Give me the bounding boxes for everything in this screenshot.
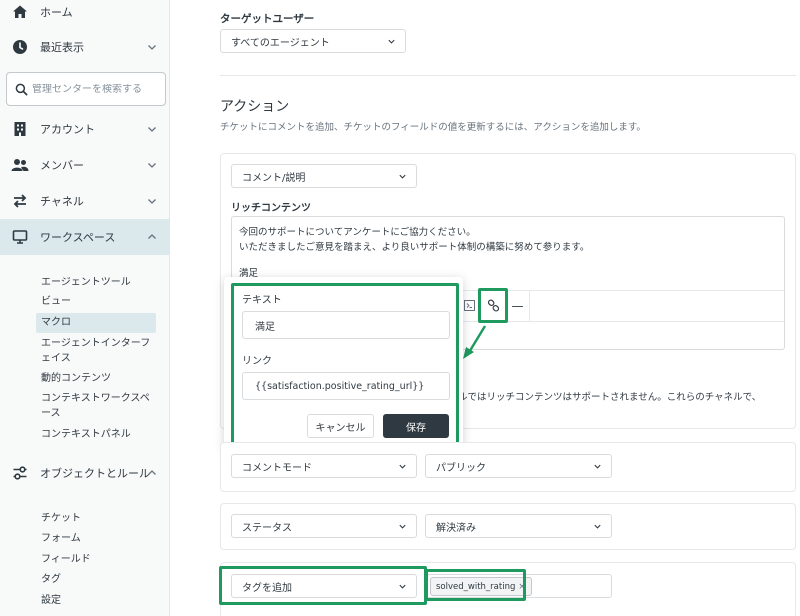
sidebar-item-context-workspaces[interactable]: コンテキストワークスペース bbox=[36, 391, 151, 421]
comment-mode-value-select[interactable]: パブリック bbox=[425, 454, 612, 478]
status-value-select[interactable]: 解決済み bbox=[425, 514, 612, 538]
popup-text-field[interactable]: 満足 bbox=[242, 311, 450, 339]
comment-mode-select[interactable]: コメントモード bbox=[231, 454, 417, 478]
sidebar-item-settings[interactable]: 設定 bbox=[36, 593, 156, 608]
objects-icon bbox=[11, 464, 29, 482]
chevron-down-icon bbox=[399, 524, 406, 529]
sidebar-search[interactable] bbox=[6, 72, 166, 106]
comment-mode-value: パブリック bbox=[436, 462, 486, 474]
nav-home[interactable]: ホーム bbox=[0, 0, 170, 30]
nav-channels[interactable]: チャネル bbox=[0, 183, 170, 219]
search-icon bbox=[15, 83, 28, 95]
chevron-up-icon bbox=[148, 234, 156, 239]
chevron-down-icon bbox=[594, 524, 601, 529]
status-value: 解決済み bbox=[436, 522, 476, 534]
chevron-down-icon bbox=[148, 127, 156, 132]
actions-description: チケットにコメントを追加、チケットのフィールドの値を更新するには、アクションを追… bbox=[220, 122, 646, 133]
building-icon bbox=[11, 120, 29, 138]
sidebar-item-context-panel[interactable]: コンテキストパネル bbox=[36, 427, 156, 442]
people-icon bbox=[11, 156, 29, 174]
horizontal-rule-button[interactable]: — bbox=[506, 290, 530, 321]
tag-select-highlight bbox=[219, 566, 427, 605]
divider bbox=[220, 75, 796, 76]
sidebar-item-tickets[interactable]: チケット bbox=[36, 511, 156, 526]
sidebar-item-dynamic-content[interactable]: 動的コンテンツ bbox=[36, 371, 156, 386]
sidebar-item-agent-tools[interactable]: エージェントツール bbox=[36, 275, 156, 290]
sidebar-item-macros[interactable]: マクロ bbox=[36, 313, 156, 333]
monitor-icon bbox=[11, 228, 29, 246]
cancel-button[interactable]: キャンセル bbox=[307, 414, 374, 438]
sidebar-item-forms[interactable]: フォーム bbox=[36, 531, 156, 546]
rich-text-line-2: いただきましたご意見を踏まえ、より良いサポート体制の構築に努めて参ります。 bbox=[239, 242, 590, 253]
chevron-down-icon bbox=[148, 199, 156, 204]
popup-link-field[interactable]: {{satisfaction.positive_rating_url}} bbox=[242, 372, 450, 400]
target-users-value: すべてのエージェント bbox=[231, 37, 330, 49]
chevron-up-icon bbox=[148, 470, 156, 475]
chevron-down-icon bbox=[148, 45, 156, 50]
comment-mode-select-value: コメントモード bbox=[242, 462, 312, 474]
status-select-value: ステータス bbox=[242, 522, 292, 534]
clock-icon bbox=[11, 38, 29, 56]
actions-heading: アクション bbox=[220, 99, 290, 115]
nav-workspace[interactable]: ワークスペース bbox=[0, 219, 170, 255]
chevron-down-icon bbox=[399, 174, 406, 179]
search-input[interactable] bbox=[32, 83, 157, 95]
nav-account[interactable]: アカウント bbox=[0, 111, 170, 147]
chevron-down-icon bbox=[399, 464, 406, 469]
sidebar: ホーム 最近表示 アカウント メンバー チャネル bbox=[0, 0, 170, 616]
status-select[interactable]: ステータス bbox=[231, 514, 417, 538]
nav-objects-rules[interactable]: オブジェクトとルール bbox=[0, 455, 170, 491]
rich-text-line-1: 今回のサポートについてアンケートにご協力ください。 bbox=[239, 227, 476, 238]
chevron-down-icon bbox=[594, 464, 601, 469]
link-button-highlight bbox=[478, 288, 508, 323]
save-button[interactable]: 保存 bbox=[383, 414, 449, 438]
popup-text-label: テキスト bbox=[242, 295, 282, 306]
chevron-down-icon bbox=[148, 163, 156, 168]
chevron-down-icon bbox=[388, 39, 395, 44]
arrows-icon bbox=[11, 192, 29, 210]
rich-content-label: リッチコンテンツ bbox=[231, 203, 311, 214]
nav-members[interactable]: メンバー bbox=[0, 147, 170, 183]
tag-chip-highlight bbox=[425, 569, 526, 601]
callout-arrow bbox=[463, 325, 487, 359]
target-users-label: ターゲットユーザー bbox=[220, 13, 315, 25]
popup-link-label: リンク bbox=[242, 356, 272, 367]
home-icon bbox=[11, 3, 29, 21]
target-users-select[interactable]: すべてのエージェント bbox=[220, 29, 406, 53]
popup-link-value: {{satisfaction.positive_rating_url}} bbox=[255, 380, 425, 392]
sidebar-item-fields[interactable]: フィールド bbox=[36, 552, 156, 567]
sidebar-item-agent-interface[interactable]: エージェントインターフェイス bbox=[36, 336, 151, 366]
sidebar-item-views[interactable]: ビュー bbox=[36, 294, 156, 309]
popup-text-value: 満足 bbox=[255, 321, 275, 333]
nav-home-label: ホーム bbox=[40, 6, 73, 19]
nav-recent[interactable]: 最近表示 bbox=[0, 29, 170, 65]
comment-action-value: コメント/説明 bbox=[242, 172, 306, 184]
sidebar-item-tags[interactable]: タグ bbox=[36, 572, 156, 587]
channel-note: ルではリッチコンテンツはサポートされません。これらのチャネルで、 bbox=[458, 392, 762, 403]
comment-action-select[interactable]: コメント/説明 bbox=[231, 164, 417, 188]
code-icon bbox=[463, 300, 475, 311]
